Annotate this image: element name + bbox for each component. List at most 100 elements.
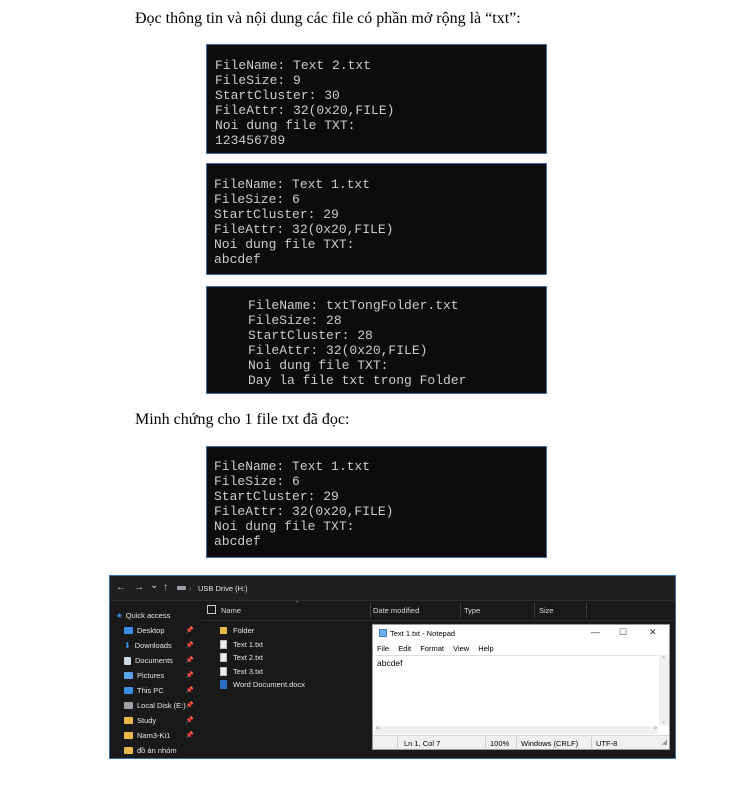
file-explorer-screenshot: ← → ⌄ ↑ › USB Drive (H:) ★ Quick access … [109, 575, 676, 759]
address-path[interactable]: USB Drive (H:) [198, 584, 248, 593]
documents-icon [124, 656, 131, 665]
file-list: Folder Text 1.txt Text 2.txt Text 3.txt … [220, 624, 305, 692]
file-name: Text 3.txt [233, 666, 264, 676]
terminal-line: FileName: txtTongFolder.txt [248, 298, 459, 313]
menu-edit[interactable]: Edit [398, 644, 411, 653]
menu-file[interactable]: File [377, 644, 389, 653]
column-header-type[interactable]: Type [464, 606, 480, 615]
sidebar-item-pictures[interactable]: Pictures 📌 [110, 668, 198, 683]
pc-icon [124, 687, 133, 694]
status-line-endings: Windows (CRLF) [521, 739, 579, 748]
scroll-right-icon: > [653, 726, 657, 732]
terminal-line: FileSize: 9 [215, 73, 301, 88]
vertical-scrollbar[interactable]: ⌃ ⌄ [659, 655, 669, 726]
terminal-line: 123456789 [215, 133, 286, 148]
file-name: Text 1.txt [233, 639, 264, 649]
list-item[interactable]: Text 2.txt [220, 651, 305, 665]
list-item[interactable]: Text 1.txt [220, 638, 305, 652]
status-encoding: UTF-8 [596, 739, 618, 748]
list-item[interactable]: Text 3.txt [220, 665, 305, 679]
sidebar-item-nam3-ki1[interactable]: Nam3-Ki1 📌 [110, 728, 198, 743]
heading-proof: Minh chứng cho 1 file txt đã đọc: [135, 411, 350, 428]
terminal-line: FileSize: 6 [214, 192, 300, 207]
list-item[interactable]: Folder [220, 624, 305, 638]
terminal-line: FileName: Text 1.txt [214, 177, 371, 192]
terminal-line: StartCluster: 28 [248, 328, 373, 343]
pin-icon: 📌 [185, 657, 194, 664]
terminal-line: Noi dung file TXT: [215, 118, 356, 133]
terminal-output-folder-txt: FileName: txtTongFolder.txt FileSize: 28… [206, 286, 547, 394]
download-icon: ⬇ [124, 641, 131, 650]
back-arrow-icon[interactable]: ← [116, 582, 126, 593]
address-bar: ← → ⌄ ↑ › USB Drive (H:) [110, 576, 675, 601]
sidebar-item-label: Local Disk (E:) [137, 701, 186, 710]
notepad-text-area[interactable]: abcdef [375, 655, 658, 727]
terminal-line: Day la file txt trong Folder [248, 373, 467, 388]
notepad-icon [379, 629, 387, 637]
sidebar-item-label: Documents [135, 656, 173, 665]
sidebar-item-desktop[interactable]: Desktop 📌 [110, 623, 198, 638]
column-header-name[interactable]: Name [221, 606, 241, 615]
recent-locations-icon[interactable]: ⌄ [150, 580, 158, 591]
sidebar-item-documents[interactable]: Documents 📌 [110, 653, 198, 668]
terminal-line: FileName: Text 2.txt [215, 58, 372, 73]
sidebar-item-label: Pictures [137, 671, 165, 680]
scroll-up-icon: ⌃ [661, 657, 667, 663]
menu-view[interactable]: View [453, 644, 469, 653]
folder-icon [124, 747, 133, 754]
sidebar-item-this-pc[interactable]: This PC 📌 [110, 683, 198, 698]
minimize-icon[interactable]: — [591, 627, 600, 637]
terminal-line: FileAttr: 32(0x20,FILE) [214, 504, 394, 519]
maximize-icon[interactable]: ☐ [619, 627, 627, 638]
column-header-date[interactable]: Date modified [373, 606, 419, 615]
close-icon[interactable]: ✕ [649, 627, 657, 638]
status-cursor-position: Ln 1, Col 7 [404, 739, 441, 748]
horizontal-scrollbar[interactable]: < > [375, 726, 658, 734]
menu-help[interactable]: Help [478, 644, 493, 653]
notepad-status-bar: Ln 1, Col 7 100% Windows (CRLF) UTF-8 ◢ [373, 735, 669, 749]
heading-read-txt: Đọc thông tin và nội dung các file có ph… [135, 10, 521, 27]
scroll-down-icon: ⌄ [661, 719, 667, 725]
resize-grip-icon[interactable]: ◢ [662, 738, 667, 746]
terminal-line: FileAttr: 32(0x20,FILE) [215, 103, 395, 118]
path-separator-icon: › [189, 584, 192, 593]
scroll-left-icon: < [376, 726, 380, 732]
pin-icon: 📌 [185, 732, 194, 739]
column-header-size[interactable]: Size [539, 606, 554, 615]
sidebar-item-do-an-nhom[interactable]: đồ án nhóm [110, 743, 198, 758]
sidebar-item-label: Desktop [137, 626, 165, 635]
terminal-line: abcdef [214, 534, 261, 549]
list-item[interactable]: Word Document.docx [220, 678, 305, 692]
sidebar-item-downloads[interactable]: ⬇ Downloads 📌 [110, 638, 198, 653]
terminal-output-text1: FileName: Text 1.txt FileSize: 6 StartCl… [206, 163, 547, 275]
word-document-icon [220, 680, 227, 690]
pin-icon: 📌 [185, 627, 194, 634]
folder-icon [220, 627, 227, 635]
drive-icon [177, 586, 186, 590]
terminal-line: FileSize: 28 [248, 313, 342, 328]
folder-icon [124, 732, 133, 739]
file-name: Folder [233, 626, 255, 636]
text-file-icon [220, 666, 227, 676]
sidebar-item-quick-access[interactable]: ★ Quick access [110, 608, 198, 623]
folder-icon [124, 717, 133, 724]
up-arrow-icon[interactable]: ↑ [163, 582, 168, 593]
pictures-icon [124, 672, 133, 679]
star-icon: ★ [116, 611, 123, 620]
text-file-icon [220, 639, 227, 649]
disk-icon [124, 702, 133, 709]
sidebar-item-study[interactable]: Study 📌 [110, 713, 198, 728]
forward-arrow-icon[interactable]: → [134, 582, 144, 593]
terminal-line: FileName: Text 1.txt [214, 459, 371, 474]
terminal-output-proof: FileName: Text 1.txt FileSize: 6 StartCl… [206, 446, 547, 558]
sidebar-item-label: This PC [137, 686, 164, 695]
menu-format[interactable]: Format [420, 644, 444, 653]
sidebar-item-local-disk[interactable]: Local Disk (E:) 📌 [110, 698, 198, 713]
pin-icon: 📌 [185, 687, 194, 694]
terminal-line: Noi dung file TXT: [248, 358, 389, 373]
sort-chevron-icon: ⌃ [294, 601, 300, 608]
pin-icon: 📌 [185, 717, 194, 724]
text-file-icon [220, 653, 227, 663]
terminal-line: FileSize: 6 [214, 474, 300, 489]
terminal-line: Noi dung file TXT: [214, 519, 355, 534]
